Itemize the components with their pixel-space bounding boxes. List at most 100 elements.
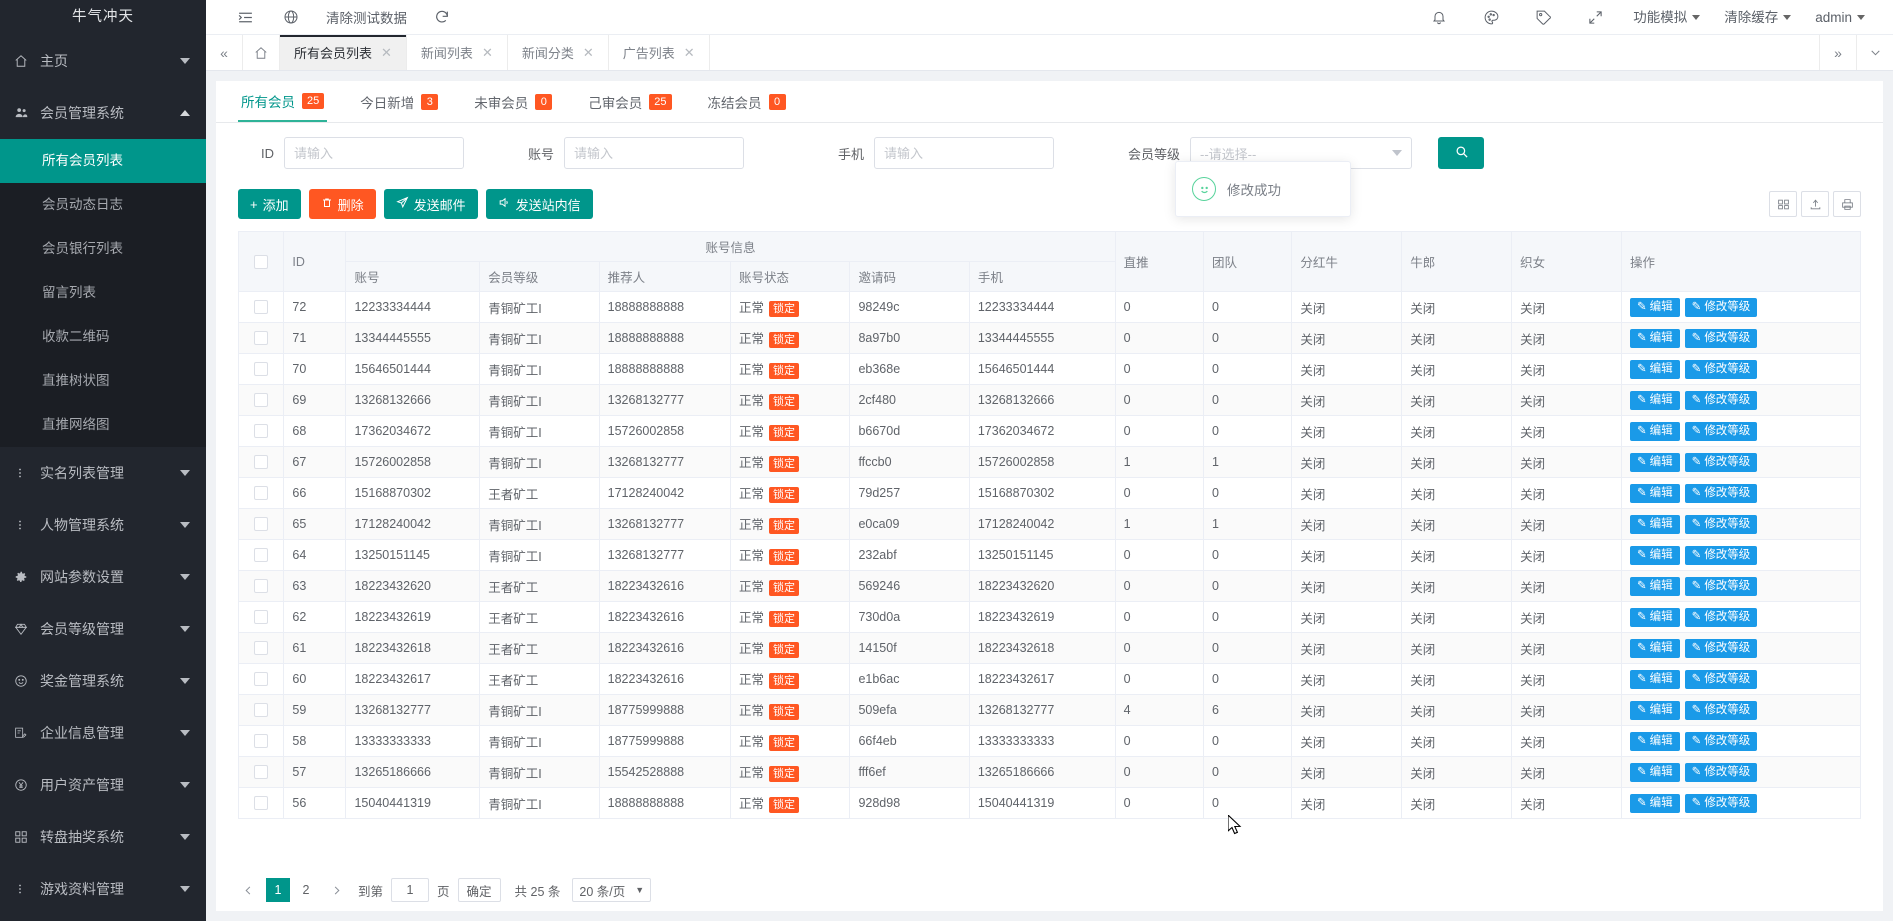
edit-level-button[interactable]: ✎ 修改等级: [1684, 452, 1758, 472]
tab-1[interactable]: 新闻列表 ✕: [407, 35, 508, 70]
lock-tag[interactable]: 锁定: [769, 673, 800, 689]
edit-button[interactable]: ✎ 编辑: [1630, 576, 1680, 596]
edit-button[interactable]: ✎ 编辑: [1630, 638, 1680, 658]
edit-button[interactable]: ✎ 编辑: [1630, 545, 1680, 565]
lock-tag[interactable]: 锁定: [769, 363, 800, 379]
close-icon[interactable]: ✕: [684, 45, 695, 61]
sidebar-item-8[interactable]: 用户资产管理: [0, 759, 206, 811]
lock-tag[interactable]: 锁定: [769, 704, 800, 720]
row-checkbox[interactable]: [254, 517, 269, 532]
row-checkbox[interactable]: [254, 393, 269, 408]
export-icon[interactable]: [1801, 191, 1829, 217]
status-tab-2[interactable]: 未审会员 0: [471, 81, 555, 122]
row-checkbox[interactable]: [254, 331, 269, 346]
table-row[interactable]: 59 13268132777 青铜矿工I 18775999888 正常 锁定 509efa 1…: [237, 694, 1861, 726]
search-button[interactable]: [1438, 137, 1484, 169]
table-row[interactable]: 62 18223432619 王者矿工 18223432616 正常 锁定 730d0a 18…: [237, 601, 1861, 633]
lock-tag[interactable]: 锁定: [769, 549, 800, 565]
edit-level-button[interactable]: ✎ 修改等级: [1684, 669, 1758, 689]
clear-test-data-button[interactable]: 清除测试数据: [314, 7, 419, 27]
tab-0[interactable]: 所有会员列表 ✕: [280, 35, 407, 70]
edit-level-button[interactable]: ✎ 修改等级: [1684, 297, 1758, 317]
table-row[interactable]: 56 15040441319 青铜矿工I 18888888888 正常 锁定 928d98 1…: [237, 787, 1861, 819]
edit-level-button[interactable]: ✎ 修改等级: [1684, 793, 1758, 813]
lock-tag[interactable]: 锁定: [769, 518, 800, 534]
user-menu[interactable]: admin: [1803, 0, 1877, 35]
edit-button[interactable]: ✎ 编辑: [1630, 700, 1680, 720]
print-icon[interactable]: [1833, 191, 1861, 217]
table-row[interactable]: 58 13333333333 青铜矿工I 18775999888 正常 锁定 66f4eb 1…: [237, 725, 1861, 757]
bell-icon[interactable]: [1413, 0, 1465, 35]
id-input[interactable]: [284, 137, 464, 169]
goto-page-input[interactable]: [391, 878, 430, 902]
double-chevron-left-icon[interactable]: «: [206, 35, 243, 70]
table-row[interactable]: 67 15726002858 青铜矿工I 13268132777 正常 锁定 ffccb0 1…: [237, 446, 1861, 478]
row-checkbox[interactable]: [254, 424, 269, 439]
row-checkbox[interactable]: [254, 579, 269, 594]
globe-icon[interactable]: [268, 0, 314, 35]
sidebar-subitem-1-2[interactable]: 会员银行列表: [0, 227, 206, 271]
edit-level-button[interactable]: ✎ 修改等级: [1684, 483, 1758, 503]
status-tab-1[interactable]: 今日新增 3: [357, 81, 441, 122]
row-checkbox[interactable]: [254, 455, 269, 470]
fullscreen-icon[interactable]: [1569, 0, 1621, 35]
sidebar-item-1[interactable]: 会员管理系统: [0, 87, 206, 139]
send-message-button[interactable]: 发送站内信: [485, 189, 593, 219]
row-checkbox[interactable]: [254, 703, 269, 718]
edit-level-button[interactable]: ✎ 修改等级: [1684, 545, 1758, 565]
table-row[interactable]: 65 17128240042 青铜矿工I 13268132777 正常 锁定 e0ca09 1…: [237, 508, 1861, 540]
table-row[interactable]: 71 13344445555 青铜矿工I 18888888888 正常 锁定 8a97b0 1…: [237, 322, 1861, 354]
sidebar-item-5[interactable]: 会员等级管理: [0, 603, 206, 655]
close-icon[interactable]: ✕: [583, 45, 594, 61]
edit-button[interactable]: ✎ 编辑: [1630, 297, 1680, 317]
edit-button[interactable]: ✎ 编辑: [1630, 483, 1680, 503]
table-row[interactable]: 68 17362034672 青铜矿工I 15726002858 正常 锁定 b6670d 1…: [237, 415, 1861, 447]
table-row[interactable]: 64 13250151145 青铜矿工I 13268132777 正常 锁定 232abf 1…: [237, 539, 1861, 571]
close-icon[interactable]: ✕: [381, 45, 392, 61]
edit-button[interactable]: ✎ 编辑: [1630, 421, 1680, 441]
tab-3[interactable]: 广告列表 ✕: [609, 35, 710, 70]
sidebar-item-6[interactable]: 奖金管理系统: [0, 655, 206, 707]
edit-button[interactable]: ✎ 编辑: [1630, 762, 1680, 782]
row-checkbox[interactable]: [254, 796, 269, 811]
edit-level-button[interactable]: ✎ 修改等级: [1684, 731, 1758, 751]
sidebar-item-2[interactable]: 实名列表管理: [0, 447, 206, 499]
row-checkbox[interactable]: [254, 486, 269, 501]
edit-level-button[interactable]: ✎ 修改等级: [1684, 514, 1758, 534]
edit-level-button[interactable]: ✎ 修改等级: [1684, 359, 1758, 379]
close-icon[interactable]: ✕: [482, 45, 493, 61]
table-row[interactable]: 61 18223432618 王者矿工 18223432616 正常 锁定 14150f 18…: [237, 632, 1861, 664]
table-row[interactable]: 60 18223432617 王者矿工 18223432616 正常 锁定 e1b6ac 18…: [237, 663, 1861, 695]
edit-button[interactable]: ✎ 编辑: [1630, 390, 1680, 410]
edit-button[interactable]: ✎ 编辑: [1630, 452, 1680, 472]
edit-button[interactable]: ✎ 编辑: [1630, 328, 1680, 348]
edit-level-button[interactable]: ✎ 修改等级: [1684, 576, 1758, 596]
sidebar-item-3[interactable]: 人物管理系统: [0, 499, 206, 551]
delete-button[interactable]: 删除: [308, 189, 376, 219]
table-row[interactable]: 63 18223432620 王者矿工 18223432616 正常 锁定 569246 18…: [237, 570, 1861, 602]
table-row[interactable]: 70 15646501444 青铜矿工I 18888888888 正常 锁定 eb368e 1…: [237, 353, 1861, 385]
row-checkbox[interactable]: [254, 610, 269, 625]
lock-tag[interactable]: 锁定: [769, 580, 800, 596]
row-checkbox[interactable]: [254, 672, 269, 687]
account-input[interactable]: [564, 137, 744, 169]
row-checkbox[interactable]: [254, 765, 269, 780]
lock-tag[interactable]: 锁定: [769, 766, 800, 782]
page-number-1[interactable]: 1: [266, 878, 290, 902]
lock-tag[interactable]: 锁定: [769, 487, 800, 503]
edit-level-button[interactable]: ✎ 修改等级: [1684, 762, 1758, 782]
menu-collapse-icon[interactable]: [222, 0, 268, 35]
table-row[interactable]: 57 13265186666 青铜矿工I 15542528888 正常 锁定 fff6ef 1…: [237, 756, 1861, 788]
lock-tag[interactable]: 锁定: [769, 394, 800, 410]
send-mail-button[interactable]: 发送邮件: [383, 189, 478, 219]
table-row[interactable]: 72 12233334444 青铜矿工I 18888888888 正常 锁定 98249c 1…: [237, 291, 1861, 323]
tag-icon[interactable]: [1517, 0, 1569, 35]
edit-level-button[interactable]: ✎ 修改等级: [1684, 421, 1758, 441]
status-tab-0[interactable]: 所有会员 25: [238, 81, 328, 122]
edit-level-button[interactable]: ✎ 修改等级: [1684, 328, 1758, 348]
sidebar-subitem-1-3[interactable]: 留言列表: [0, 271, 206, 315]
sidebar-item-10[interactable]: 游戏资料管理: [0, 863, 206, 915]
sidebar-subitem-1-5[interactable]: 直推树状图: [0, 359, 206, 403]
lock-tag[interactable]: 锁定: [769, 611, 800, 627]
lock-tag[interactable]: 锁定: [769, 425, 800, 441]
